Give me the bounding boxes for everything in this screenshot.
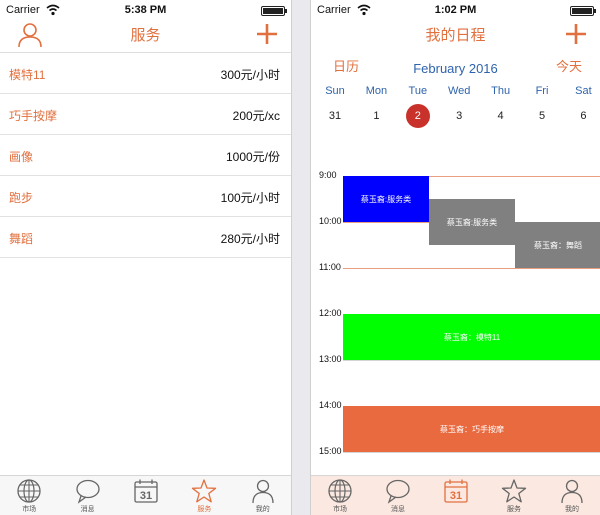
event-title: 蔡玉裔:服务类: [446, 217, 498, 227]
tab-calendar[interactable]: 31: [118, 478, 174, 515]
tab-star[interactable]: 服务: [176, 478, 232, 515]
star-icon: [176, 478, 232, 504]
status-bar: Carrier 1:02 PM: [311, 0, 600, 20]
date-cell[interactable]: 3: [439, 104, 479, 128]
date-cell[interactable]: 31: [315, 104, 355, 128]
schedule-event[interactable]: 蔡玉裔：巧手按摩: [343, 406, 600, 452]
date-cell[interactable]: 5: [522, 104, 562, 128]
nav-bar: 服务: [0, 20, 291, 50]
hour-label: 11:00: [319, 262, 341, 272]
page-title: 我的日程: [425, 27, 486, 44]
hour-label: 10:00: [319, 216, 342, 226]
service-name: 跑步: [9, 191, 34, 205]
tab-chat-bubble[interactable]: 消息: [370, 478, 426, 515]
tab-label: 我的: [255, 506, 270, 513]
event-title: 蔡玉裔：巧手按摩: [440, 424, 504, 434]
person-icon: [544, 478, 600, 504]
schedule-event[interactable]: 蔡玉裔：模特11: [343, 314, 600, 360]
service-row[interactable]: 画像 1000元/份: [0, 135, 291, 176]
hour-gridline: [343, 360, 600, 361]
calendar-icon: 31: [428, 478, 484, 504]
service-price: 1000元/份: [225, 150, 280, 164]
hour-label: 13:00: [319, 354, 342, 364]
tab-calendar[interactable]: 31: [428, 478, 484, 515]
add-icon[interactable]: [564, 22, 588, 46]
service-row[interactable]: 跑步 100元/小时: [0, 176, 291, 217]
event-title: 蔡玉裔:服务类: [360, 194, 412, 204]
globe-icon: [312, 478, 368, 504]
tab-label: 服务: [507, 506, 521, 513]
weekday-label: Fri: [535, 85, 549, 97]
hour-gridline: [343, 268, 600, 269]
battery-icon: [261, 6, 287, 16]
star-icon: [486, 478, 542, 504]
schedule-event[interactable]: 蔡玉裔：舞蹈: [515, 222, 600, 268]
status-time: 5:38 PM: [124, 4, 167, 16]
service-price: 280元/小时: [220, 232, 280, 246]
tab-label: 服务: [197, 506, 212, 513]
day-timeline: 9:00 10:00 11:00 12:00 13:00 14:00 15:00 蔡玉裔:服务…: [311, 132, 600, 475]
date-cell[interactable]: 6: [563, 104, 600, 128]
tab-globe[interactable]: 市场: [312, 478, 368, 515]
today-button[interactable]: 今天: [556, 56, 582, 75]
weekday-label: Thu: [491, 85, 511, 97]
person-icon: [235, 478, 291, 504]
service-name: 模特11: [9, 68, 46, 82]
tab-person[interactable]: 我的: [235, 478, 291, 515]
hour-gridline: [343, 452, 600, 453]
weekday-label: Sat: [575, 85, 592, 97]
tab-chat-bubble[interactable]: 消息: [60, 478, 116, 515]
tab-label: 我的: [565, 506, 579, 513]
event-title: 蔡玉裔：模特11: [443, 332, 501, 342]
service-price: 200元/xc: [232, 109, 280, 123]
add-icon[interactable]: [255, 22, 279, 46]
weekday-label: Sun: [325, 85, 345, 97]
nav-bar: 我的日程: [311, 20, 600, 50]
service-price: 100元/小时: [220, 191, 280, 205]
hour-label: 14:00: [319, 400, 342, 410]
schedule-screen: Carrier 1:02 PM 我的日程 日历 February 2016 今天…: [310, 0, 600, 515]
services-screen: Carrier 5:38 PM 服务 模特11 300元/小时巧手按摩 200元/x…: [0, 0, 292, 515]
calendar-icon: 31: [118, 478, 174, 504]
svg-text:31: 31: [140, 490, 152, 502]
globe-icon: [1, 478, 57, 504]
selected-date[interactable]: 2: [398, 104, 438, 128]
tab-person[interactable]: 我的: [544, 478, 600, 515]
battery-icon: [570, 6, 596, 16]
chat-bubble-icon: [60, 478, 116, 504]
tab-label: 市场: [333, 506, 347, 513]
service-price: 300元/小时: [220, 68, 280, 82]
page-title: 服务: [130, 27, 161, 44]
hour-label: 15:00: [319, 446, 342, 456]
chat-bubble-icon: [370, 478, 426, 504]
service-list: 模特11 300元/小时巧手按摩 200元/xc 画像 1000元/份跑步 100元/小时…: [0, 52, 291, 258]
service-row[interactable]: 模特11 300元/小时: [0, 53, 291, 94]
service-name: 画像: [9, 150, 34, 164]
svg-text:31: 31: [450, 490, 462, 502]
event-title: 蔡玉裔：舞蹈: [534, 240, 582, 250]
tab-bar: 市场 消息 31 服务 我的: [0, 475, 291, 515]
date-cell[interactable]: 4: [481, 104, 521, 128]
service-name: 舞蹈: [9, 232, 34, 246]
weekday-label: Tue: [408, 85, 428, 97]
service-row[interactable]: 巧手按摩 200元/xc: [0, 94, 291, 135]
tab-label: 消息: [391, 506, 405, 513]
weekday-label: Wed: [447, 85, 471, 97]
tab-star[interactable]: 服务: [486, 478, 542, 515]
status-time: 1:02 PM: [434, 4, 477, 16]
date-cell[interactable]: 1: [356, 104, 396, 128]
service-name: 巧手按摩: [9, 109, 58, 123]
calendar-header: 日历 February 2016 今天 Sun Mon Tue Wed Thu Fri Sa…: [311, 52, 600, 132]
hour-label: 9:00: [319, 170, 337, 180]
tab-globe[interactable]: 市场: [1, 478, 57, 515]
service-row[interactable]: 舞蹈 280元/小时: [0, 217, 291, 258]
tab-label: 市场: [22, 506, 37, 513]
hour-label: 12:00: [319, 308, 342, 318]
tab-label: 消息: [80, 506, 95, 513]
weekday-label: Mon: [365, 85, 388, 97]
status-bar: Carrier 5:38 PM: [0, 0, 291, 20]
schedule-event[interactable]: 蔡玉裔:服务类: [343, 176, 429, 222]
schedule-event[interactable]: 蔡玉裔:服务类: [429, 199, 515, 245]
tab-bar: 市场 消息 31 服务 我的: [311, 475, 600, 515]
